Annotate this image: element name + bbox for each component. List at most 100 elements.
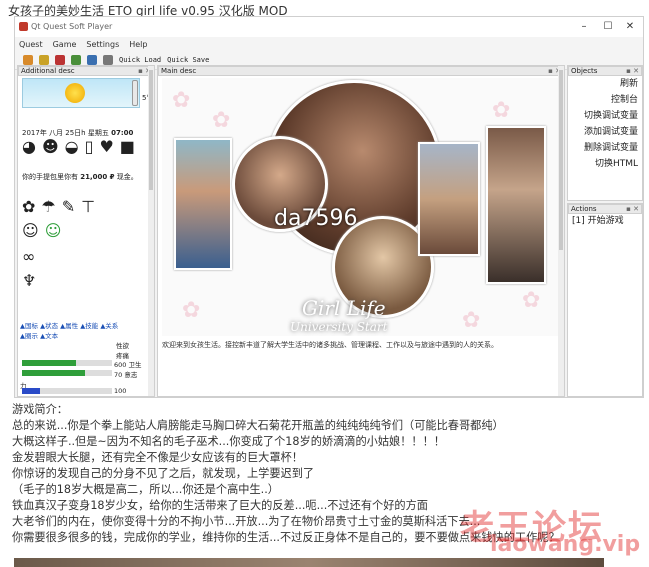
- thermometer-icon: [132, 80, 138, 106]
- status-icons-row1: ✿ ☂ ✎ ⊤: [22, 198, 95, 216]
- object-refresh[interactable]: 刷新: [568, 76, 642, 92]
- app-icon: [19, 22, 28, 31]
- scroll-thumb[interactable]: [559, 70, 563, 250]
- bra-icon[interactable]: ∞: [22, 248, 35, 266]
- panel-pin-icon[interactable]: ▪ ✕: [626, 67, 639, 76]
- objects-panel: Objects ▪ ✕ 刷新 控制台 切换调试变量 添加调试变量 删除调试变量 …: [567, 65, 643, 201]
- titlebar: Qt Quest Soft Player – ☐ ✕: [15, 17, 643, 37]
- main-desc-header: Main desc ▪ ✕: [158, 66, 564, 76]
- link-national[interactable]: ▲国标: [20, 322, 38, 330]
- player-window: Qt Quest Soft Player – ☐ ✕ Quest Game Se…: [14, 16, 644, 398]
- panel-links: ▲国标 ▲状态 ▲属性 ▲技能 ▲关系 ▲圈示 ▲文本: [20, 320, 118, 340]
- mood-happy-icon: ☺: [44, 221, 62, 240]
- makeup-icon[interactable]: ✿: [22, 198, 35, 216]
- lingerie-icons: ∞: [22, 248, 35, 266]
- additional-desc-panel: Additional desc ▪ ✕ 5° 2017年 八月 25日h 星期五…: [17, 65, 155, 397]
- link-text[interactable]: ▲文本: [40, 332, 58, 340]
- card-icon[interactable]: ♥: [99, 138, 113, 156]
- head-icon: ☺: [22, 221, 39, 240]
- stat-will: 70 意志: [114, 371, 138, 379]
- link-skills[interactable]: ▲技能: [80, 322, 98, 330]
- description-heading: 游戏简介：: [12, 403, 68, 416]
- stat-hygiene: 600 卫生: [114, 361, 142, 369]
- object-add-debug-var[interactable]: 添加调试变量: [568, 124, 642, 140]
- book-icon[interactable]: ■: [120, 138, 135, 156]
- weather-widget: [22, 78, 140, 108]
- save-icon[interactable]: [71, 55, 81, 65]
- portrait-runner: [174, 138, 232, 270]
- portrait-warrior: [418, 142, 480, 256]
- object-delete-debug-var[interactable]: 删除调试变量: [568, 140, 642, 156]
- description-line: 总的来说...你是个拳上能站人肩膀能走马胸口碎大石菊花开瓶盖的纯纯纯纯爷们（可能…: [12, 419, 504, 432]
- scroll-thumb[interactable]: [149, 70, 153, 190]
- additional-desc-header: Additional desc ▪ ✕: [18, 66, 154, 76]
- top-icon[interactable]: ♆: [22, 272, 36, 290]
- phone-icon[interactable]: ▯: [85, 138, 94, 156]
- description-line: 你惊讶的发现自己的分身不见了之后，就发现，上学要迟到了: [12, 467, 315, 480]
- panel-pin-icon[interactable]: ▪ ✕: [626, 205, 639, 214]
- exit-icon[interactable]: [55, 55, 65, 65]
- welcome-text: 欢迎来到女孩生活。接控新丰道了解大学生活中的诸多挑战、管理课程、工作以及与旅途中…: [162, 341, 498, 349]
- settings-icon[interactable]: [103, 55, 113, 65]
- object-toggle-html[interactable]: 切换HTML: [568, 156, 642, 172]
- actions-panel: Actions ▪ ✕ [1] 开始游戏: [567, 203, 643, 397]
- link-relations[interactable]: ▲关系: [100, 322, 118, 330]
- watermark-en: laowang.vip: [490, 532, 641, 557]
- logo-title: Girl Life: [302, 296, 386, 320]
- main-desc-panel: Main desc ▪ ✕ ✿ ✿ ✿ ✿ ✿ ✿ da7596 Girl Li…: [157, 65, 565, 397]
- quick-load-button[interactable]: Quick Load: [119, 56, 161, 64]
- stat-bar-strength: [22, 388, 112, 394]
- menu-help[interactable]: Help: [129, 40, 147, 49]
- folder-icon[interactable]: [39, 55, 49, 65]
- maximize-button[interactable]: ☐: [597, 19, 619, 35]
- main-scrollbar[interactable]: [558, 66, 564, 396]
- bottom-image: [14, 558, 604, 567]
- additional-scrollbar[interactable]: [148, 66, 154, 396]
- status-icons-row2: ☺ ☺: [22, 222, 61, 240]
- stat-fill: [22, 360, 76, 366]
- description-line: 金发碧眼大长腿，还有完全不像是少女应该有的巨大罩杯！: [12, 451, 303, 464]
- stat-bar-hygiene: [22, 360, 112, 366]
- sun-icon: [65, 83, 85, 103]
- clothes-icons: ♆: [22, 272, 36, 290]
- menu-game[interactable]: Game: [53, 40, 77, 49]
- actions-header: Actions ▪ ✕: [568, 204, 642, 214]
- razor-icon[interactable]: ⊤: [81, 198, 95, 216]
- money-line: 你的手提包里你有 21,000 ₽ 现金。: [22, 173, 138, 181]
- load-icon[interactable]: [87, 55, 97, 65]
- stat-fill: [22, 388, 40, 394]
- logo-subtitle: University Start: [290, 320, 388, 334]
- portrait-sunglasses: [486, 126, 546, 284]
- shower-icon[interactable]: ☂: [41, 198, 55, 216]
- menubar: Quest Game Settings Help: [15, 37, 643, 51]
- object-console[interactable]: 控制台: [568, 92, 642, 108]
- link-show[interactable]: ▲圈示: [20, 332, 38, 340]
- window-title: Qt Quest Soft Player: [31, 22, 113, 31]
- quick-save-button[interactable]: Quick Save: [167, 56, 209, 64]
- money-amount: 21,000 ₽: [80, 173, 115, 181]
- link-status[interactable]: ▲状态: [40, 322, 58, 330]
- stat-label-libido: 性欲: [116, 342, 129, 350]
- stat-fill: [22, 370, 85, 376]
- handbag-icon[interactable]: ◒: [65, 138, 79, 156]
- hair-icon[interactable]: ◕: [22, 138, 36, 156]
- stat-strength-value: 100: [114, 387, 127, 395]
- objects-header: Objects ▪ ✕: [568, 66, 642, 76]
- stat-bar-will: [22, 370, 112, 376]
- close-button[interactable]: ✕: [619, 19, 641, 35]
- menu-settings[interactable]: Settings: [86, 40, 119, 49]
- menu-quest[interactable]: Quest: [19, 40, 43, 49]
- description-line: 大概这样子..但是~因为不知名的毛子巫术...你变成了个18岁的娇滴滴的小姑娘！…: [12, 435, 445, 448]
- object-toggle-debug-var[interactable]: 切换调试变量: [568, 108, 642, 124]
- hairdryer-icon[interactable]: ✎: [62, 198, 75, 216]
- wardrobe-icons: ◕ ☻ ◒ ▯ ♥ ■: [22, 138, 135, 156]
- action-start-game[interactable]: [1] 开始游戏: [568, 214, 642, 228]
- face-icon[interactable]: ☻: [42, 138, 59, 156]
- minimize-button[interactable]: –: [573, 19, 595, 35]
- open-icon[interactable]: [23, 55, 33, 65]
- link-attributes[interactable]: ▲属性: [60, 322, 78, 330]
- description-line: （毛子的18岁大概是高二，所以...你还是个高中生..）: [12, 483, 279, 496]
- cover-image: ✿ ✿ ✿ ✿ ✿ ✿ da7596 Girl Life University …: [162, 78, 558, 336]
- time: 07:00: [111, 129, 134, 137]
- overlay-text: da7596: [274, 206, 358, 231]
